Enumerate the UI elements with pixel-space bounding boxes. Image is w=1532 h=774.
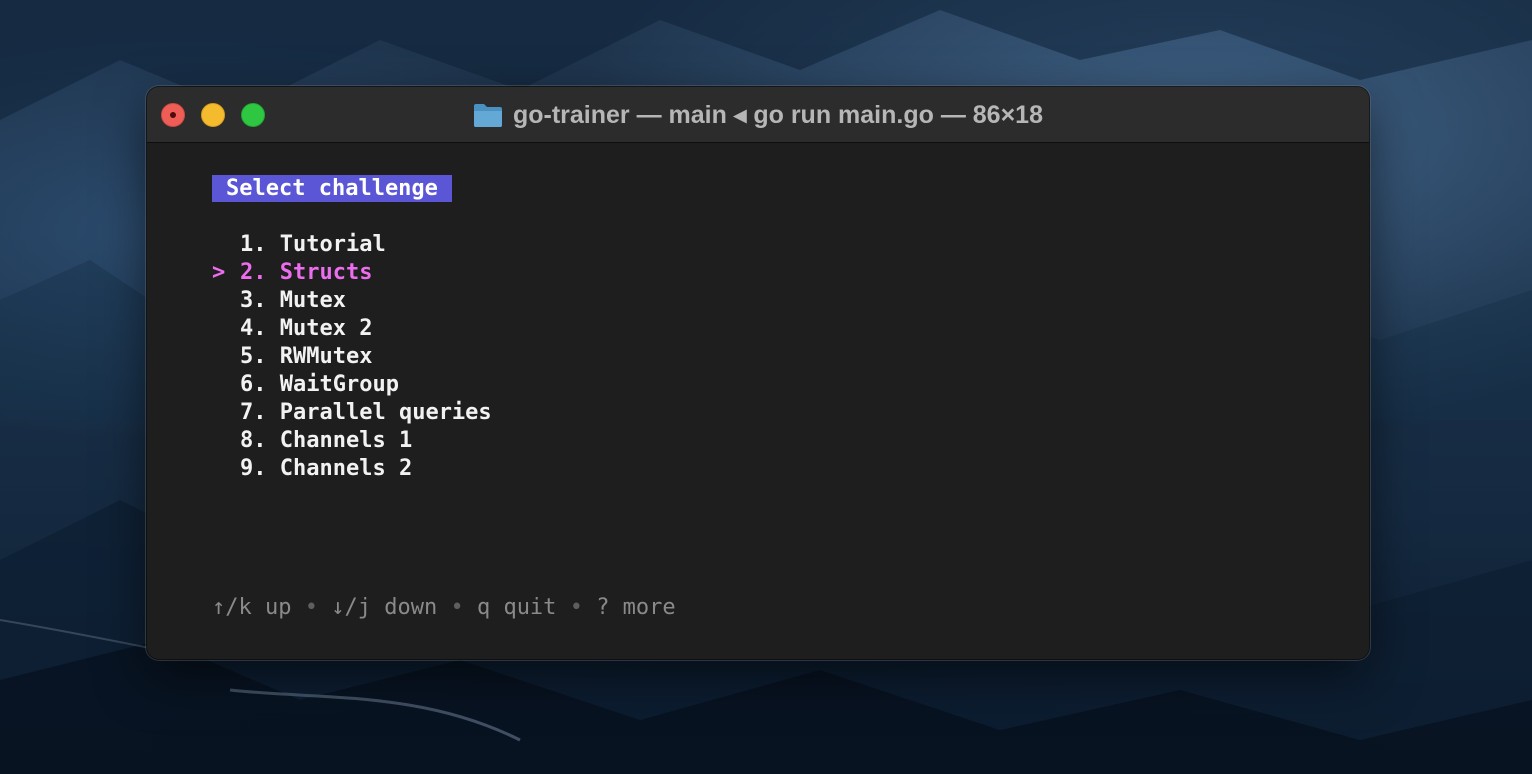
menu-item[interactable]: 5. RWMutex bbox=[212, 343, 492, 371]
menu-item-number: 2. bbox=[240, 260, 267, 285]
challenge-menu: 1. Tutorial >2. Structs 3. Mutex 4. Mute… bbox=[212, 231, 492, 483]
menu-item-number: 7. bbox=[240, 400, 267, 425]
menu-item-label: Channels 2 bbox=[279, 456, 413, 481]
menu-item[interactable]: 6. WaitGroup bbox=[212, 371, 492, 399]
menu-item-label: Mutex bbox=[279, 288, 346, 313]
help-separator: • bbox=[304, 595, 318, 620]
folder-icon bbox=[473, 103, 502, 127]
menu-item-number: 3. bbox=[240, 288, 267, 313]
menu-item-number: 4. bbox=[240, 316, 267, 341]
menu-item[interactable]: 1. Tutorial bbox=[212, 231, 492, 259]
title-bar[interactable]: go-trainer — main ◂ go run main.go — 86×… bbox=[147, 87, 1369, 143]
menu-item-number: 6. bbox=[240, 372, 267, 397]
menu-item-label: Mutex 2 bbox=[279, 316, 373, 341]
title-group: go-trainer — main ◂ go run main.go — 86×… bbox=[147, 87, 1369, 142]
menu-item-label: Parallel queries bbox=[279, 400, 492, 425]
help-separator: • bbox=[569, 595, 583, 620]
menu-item-label: Structs bbox=[279, 260, 373, 285]
help-up: ↑/k up bbox=[212, 595, 292, 620]
menu-item[interactable]: 7. Parallel queries bbox=[212, 399, 492, 427]
menu-item[interactable]: 9. Channels 2 bbox=[212, 455, 492, 483]
menu-item-number: 8. bbox=[240, 428, 267, 453]
menu-item-number: 9. bbox=[240, 456, 267, 481]
menu-item-number: 1. bbox=[240, 232, 267, 257]
window-title: go-trainer — main ◂ go run main.go — 86×… bbox=[512, 100, 1043, 129]
menu-item-selected[interactable]: >2. Structs bbox=[212, 259, 492, 287]
menu-item[interactable]: 4. Mutex 2 bbox=[212, 315, 492, 343]
menu-item-label: Channels 1 bbox=[279, 428, 413, 453]
terminal-content[interactable]: Select challenge 1. Tutorial >2. Structs… bbox=[147, 143, 1369, 659]
menu-cursor: > bbox=[212, 260, 226, 285]
select-challenge-header: Select challenge bbox=[212, 175, 452, 202]
help-quit: q quit bbox=[476, 595, 557, 620]
menu-item-label: RWMutex bbox=[279, 344, 373, 369]
key-help-bar: ↑/k up • ↓/j down • q quit • ? more bbox=[212, 595, 676, 620]
help-down: ↓/j down bbox=[331, 595, 438, 620]
menu-item-label: WaitGroup bbox=[279, 372, 399, 397]
help-more: ? more bbox=[596, 595, 676, 620]
menu-item-number: 5. bbox=[240, 344, 267, 369]
terminal-window[interactable]: go-trainer — main ◂ go run main.go — 86×… bbox=[147, 87, 1369, 659]
menu-item-label: Tutorial bbox=[279, 232, 386, 257]
menu-item[interactable]: 8. Channels 1 bbox=[212, 427, 492, 455]
menu-item[interactable]: 3. Mutex bbox=[212, 287, 492, 315]
help-separator: • bbox=[450, 595, 464, 620]
